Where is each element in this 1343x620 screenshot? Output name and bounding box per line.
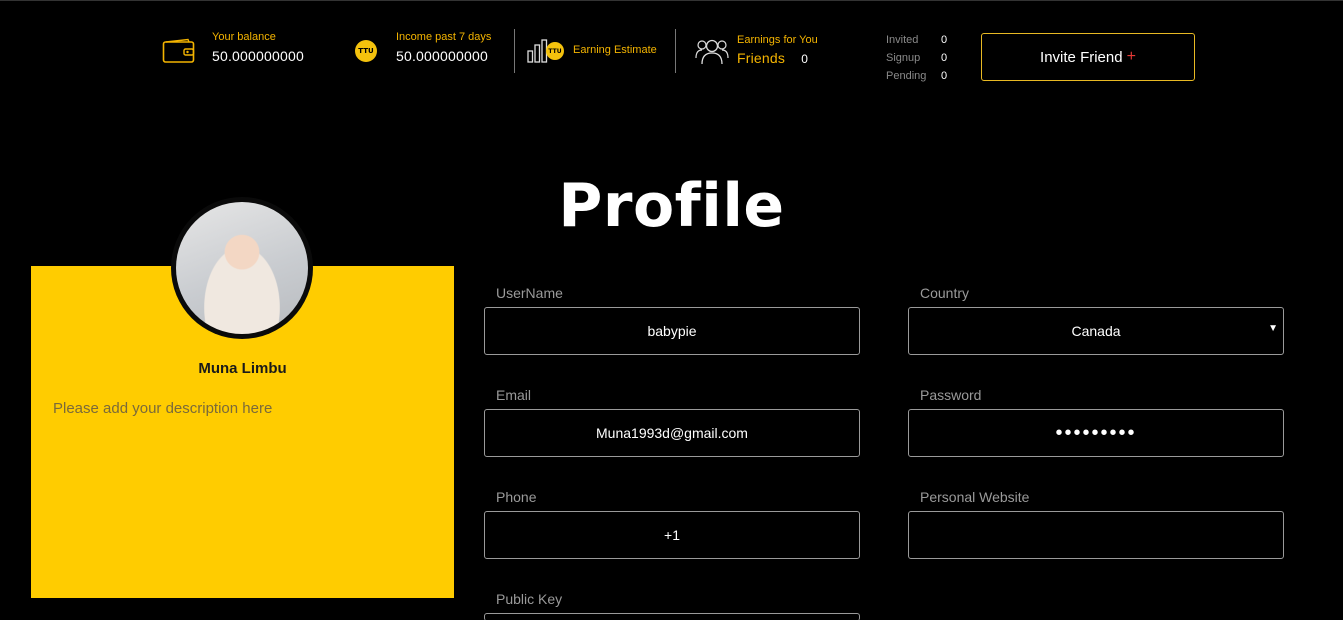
- balance-label: Your balance: [212, 31, 276, 43]
- income-label: Income past 7 days: [396, 31, 492, 43]
- country-value[interactable]: Canada: [908, 307, 1284, 355]
- password-input[interactable]: [908, 409, 1284, 457]
- income-stat: Income past 7 days 50.000000000: [396, 31, 491, 64]
- invited-label: Invited: [886, 34, 919, 46]
- pending-value: 0: [941, 70, 948, 82]
- public-key-input[interactable]: [484, 613, 860, 620]
- website-input[interactable]: [908, 511, 1284, 559]
- avatar-photo: [176, 202, 308, 334]
- top-stats-bar: Your balance 50.000000000 TTU Income pas…: [0, 1, 1343, 101]
- signup-value: 0: [941, 52, 948, 64]
- phone-label: Phone: [496, 489, 537, 505]
- invite-friend-button[interactable]: Invite Friend +: [981, 33, 1195, 81]
- ttu-coin-icon: TTU: [355, 40, 377, 62]
- username-label: UserName: [496, 285, 563, 301]
- friends-count: 0: [801, 52, 809, 66]
- earnings-stat: Earnings for You Friends 0: [737, 34, 818, 66]
- profile-description[interactable]: Please add your description here: [53, 400, 272, 417]
- friends-label: Friends: [737, 50, 786, 66]
- plus-icon: +: [1126, 48, 1136, 65]
- balance-stat: Your balance 50.000000000: [212, 31, 304, 64]
- earnings-label: Earnings for You: [737, 34, 818, 46]
- invite-counts: Invited 0 Signup 0 Pending 0: [886, 31, 947, 85]
- country-select[interactable]: Canada ▼: [908, 307, 1284, 355]
- wallet-icon: [162, 38, 195, 63]
- invite-friend-label: Invite Friend: [1040, 48, 1123, 66]
- signup-label: Signup: [886, 52, 921, 64]
- pending-label: Pending: [886, 70, 927, 82]
- divider: [514, 29, 515, 73]
- email-label: Email: [496, 387, 532, 403]
- divider: [675, 29, 676, 73]
- invited-value: 0: [941, 34, 948, 46]
- website-label: Personal Website: [920, 489, 1030, 505]
- country-label: Country: [920, 285, 970, 301]
- balance-value: 50.000000000: [212, 48, 304, 64]
- chevron-down-icon: ▼: [1268, 323, 1278, 334]
- phone-input[interactable]: [484, 511, 860, 559]
- username-input[interactable]: [484, 307, 860, 355]
- ttu-coin-icon: TTU: [546, 42, 564, 60]
- public-key-label: Public Key: [496, 591, 563, 607]
- income-value: 50.000000000: [396, 48, 488, 64]
- email-input[interactable]: [484, 409, 860, 457]
- earning-estimate-stat[interactable]: Earning Estimate: [573, 44, 657, 56]
- avatar[interactable]: [171, 197, 313, 339]
- password-label: Password: [920, 387, 982, 403]
- earning-estimate-label[interactable]: Earning Estimate: [573, 44, 657, 56]
- friends-icon: [695, 39, 729, 65]
- profile-name: Muna Limbu: [198, 360, 287, 377]
